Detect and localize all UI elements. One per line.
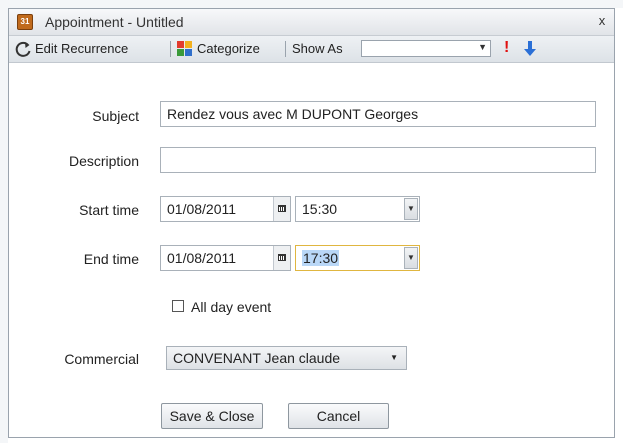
high-importance-icon[interactable]: ! xyxy=(504,39,509,57)
save-close-button[interactable]: Save & Close xyxy=(161,403,263,429)
calendar-icon[interactable] xyxy=(273,197,290,221)
close-button[interactable]: x xyxy=(594,13,610,28)
chevron-down-icon: ▼ xyxy=(478,42,487,52)
start-time-label: Start time xyxy=(79,202,139,218)
commercial-select[interactable]: CONVENANT Jean claude ▼ xyxy=(166,346,407,370)
calendar-app-icon: 31 xyxy=(17,14,33,30)
cancel-button[interactable]: Cancel xyxy=(288,403,389,429)
all-day-label[interactable]: All day event xyxy=(191,299,271,315)
show-as-label: Show As xyxy=(292,41,343,56)
end-time-value: 17:30 xyxy=(302,250,340,266)
start-date-value: 01/08/2011 xyxy=(167,201,237,217)
start-time-value: 15:30 xyxy=(302,201,338,217)
end-date-value: 01/08/2011 xyxy=(167,250,237,266)
show-as-select[interactable]: ▼ xyxy=(361,40,491,57)
start-time-field[interactable]: 15:30 ▼ xyxy=(295,196,420,222)
commercial-label: Commercial xyxy=(64,351,139,367)
chevron-down-icon[interactable]: ▼ xyxy=(404,198,418,220)
toolbar-divider xyxy=(285,41,286,57)
chevron-down-icon[interactable]: ▼ xyxy=(404,247,418,269)
commercial-value: CONVENANT Jean claude xyxy=(173,350,341,366)
background-left xyxy=(0,0,8,443)
toolbar-divider xyxy=(170,41,171,57)
categorize-icon[interactable] xyxy=(177,41,193,57)
end-date-field[interactable]: 01/08/2011 xyxy=(160,245,291,271)
window-title: Appointment - Untitled xyxy=(45,14,184,30)
end-time-field[interactable]: 17:30 ▼ xyxy=(295,245,420,271)
all-day-checkbox[interactable] xyxy=(172,300,184,312)
categorize-button[interactable]: Categorize xyxy=(197,40,260,58)
end-time-label: End time xyxy=(83,251,139,267)
description-label: Description xyxy=(68,153,139,169)
edit-recurrence-button[interactable]: Edit Recurrence xyxy=(35,40,128,58)
description-field[interactable] xyxy=(160,147,596,173)
title-bar[interactable]: 31 Appointment - Untitled x xyxy=(9,9,614,36)
subject-label: Subject xyxy=(92,108,139,124)
appointment-window: 31 Appointment - Untitled x Edit Recurre… xyxy=(8,8,615,438)
chevron-down-icon: ▼ xyxy=(390,353,398,362)
subject-field[interactable]: Rendez vous avec M DUPONT Georges xyxy=(160,101,596,127)
refresh-icon[interactable] xyxy=(13,39,33,59)
low-importance-icon[interactable] xyxy=(523,40,537,58)
calendar-icon[interactable] xyxy=(273,246,290,270)
background-strip xyxy=(0,0,623,8)
start-date-field[interactable]: 01/08/2011 xyxy=(160,196,291,222)
toolbar: Edit Recurrence Categorize Show As ▼ ! xyxy=(9,36,614,63)
